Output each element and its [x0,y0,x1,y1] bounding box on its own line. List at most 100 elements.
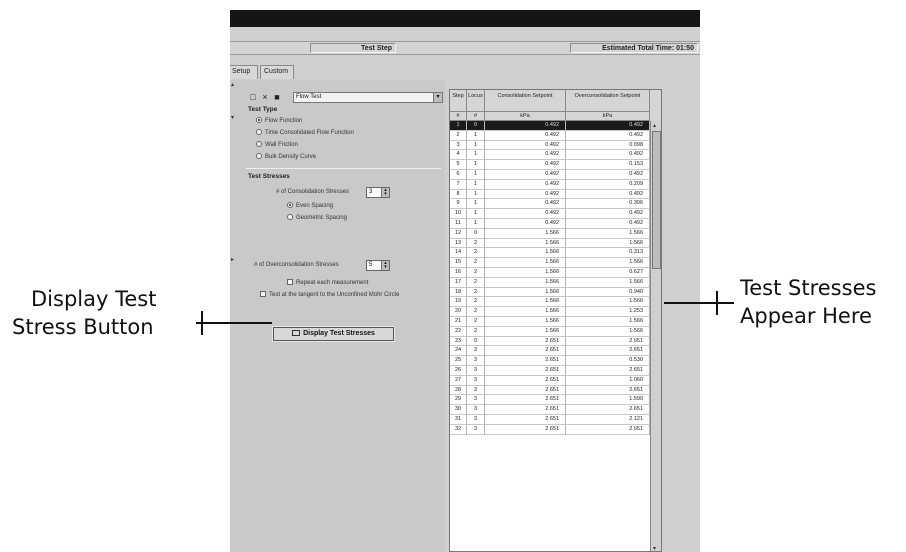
cell-step[interactable]: 23 [450,336,467,347]
cell-step[interactable]: 12 [450,228,467,239]
table-row[interactable]: 13 2 1.566 1.566 [450,238,650,249]
table-row[interactable]: 23 0 2.651 2.651 [450,336,650,347]
cell-locus[interactable]: 0 [467,121,485,131]
table-row[interactable]: 14 2 1.566 0.313 [450,248,650,259]
table-row[interactable]: 7 1 0.492 0.209 [450,179,650,190]
cell-overconsolidation[interactable]: 0.313 [566,248,650,259]
cell-overconsolidation[interactable]: 1.566 [566,258,650,268]
table-row[interactable]: 4 1 0.492 0.492 [450,150,650,161]
new-file-icon[interactable]: □ [248,92,258,102]
cell-consolidation[interactable]: 2.651 [485,415,566,425]
cell-locus[interactable]: 1 [467,219,485,229]
table-row[interactable]: 21 2 1.566 1.566 [450,317,650,327]
cell-overconsolidation[interactable]: 0.627 [566,268,650,278]
cell-consolidation[interactable]: 1.566 [485,307,566,317]
table-row[interactable]: 6 1 0.492 0.492 [450,170,650,180]
cell-step[interactable]: 31 [450,415,467,425]
cell-overconsolidation[interactable]: 2.651 [566,405,650,415]
header-consolidation[interactable]: Consolidation Setpoint [485,90,566,112]
cell-consolidation[interactable]: 2.651 [485,405,566,415]
table-row[interactable]: 1 0 0.492 0.492 [450,121,650,131]
cell-overconsolidation[interactable]: 0.530 [566,356,650,366]
cell-consolidation[interactable]: 1.566 [485,287,566,298]
table-row[interactable]: 28 3 2.651 2.651 [450,385,650,396]
cell-consolidation[interactable]: 2.651 [485,346,566,357]
cell-step[interactable]: 26 [450,366,467,376]
cell-consolidation[interactable]: 1.566 [485,317,566,327]
cell-locus[interactable]: 3 [467,424,485,435]
cell-step[interactable]: 29 [450,395,467,406]
cell-step[interactable]: 17 [450,277,467,288]
cell-step[interactable]: 1 [450,121,467,131]
cell-locus[interactable]: 2 [467,277,485,288]
cell-consolidation[interactable]: 0.492 [485,199,566,210]
scroll-right-icon[interactable]: ▸ [231,256,236,265]
cell-locus[interactable]: 1 [467,179,485,190]
table-row[interactable]: 30 3 2.651 2.651 [450,405,650,415]
cell-step[interactable]: 32 [450,424,467,435]
table-row[interactable]: 11 1 0.492 0.492 [450,219,650,229]
cell-locus[interactable]: 2 [467,238,485,249]
table-row[interactable]: 8 1 0.492 0.492 [450,189,650,200]
cell-step[interactable]: 11 [450,219,467,229]
radio-even-spacing[interactable]: Even Spacing [287,202,333,211]
table-row[interactable]: 25 3 2.651 0.530 [450,356,650,366]
cell-locus[interactable]: 3 [467,366,485,376]
chevron-down-icon[interactable]: ▾ [433,93,442,102]
stepper-arrows-icon[interactable]: ▴ ▾ [381,188,389,197]
cell-consolidation[interactable]: 0.492 [485,189,566,200]
cell-overconsolidation[interactable]: 0.940 [566,287,650,298]
cell-locus[interactable]: 1 [467,130,485,141]
cell-overconsolidation[interactable]: 2.651 [566,385,650,396]
cell-locus[interactable]: 3 [467,356,485,366]
cell-locus[interactable]: 1 [467,209,485,219]
cell-step[interactable]: 5 [450,160,467,170]
cell-consolidation[interactable]: 2.651 [485,375,566,386]
grid-scrollbar[interactable]: ▴ ▾ [650,121,661,551]
display-test-stresses-button[interactable]: Display Test Stresses [272,326,395,342]
scroll-down-icon[interactable]: ▾ [653,545,656,551]
radio-bulk-density[interactable]: Bulk Density Curve [256,153,316,162]
cell-step[interactable]: 14 [450,248,467,259]
radio-wall-friction[interactable]: Wall Friction [256,141,298,150]
cell-overconsolidation[interactable]: 1.566 [566,317,650,327]
radio-time-consolidated[interactable]: Time Consolidated Flow Function [256,129,354,138]
cell-consolidation[interactable]: 2.651 [485,395,566,406]
cell-overconsolidation[interactable]: 0.492 [566,219,650,229]
cell-consolidation[interactable]: 0.492 [485,160,566,170]
cell-consolidation[interactable]: 2.651 [485,424,566,435]
cell-consolidation[interactable]: 0.492 [485,170,566,180]
cell-step[interactable]: 19 [450,297,467,308]
table-row[interactable]: 3 1 0.492 0.098 [450,140,650,151]
cell-step[interactable]: 16 [450,268,467,278]
cell-step[interactable]: 24 [450,346,467,357]
cell-overconsolidation[interactable]: 1.566 [566,238,650,249]
table-row[interactable]: 29 3 2.651 1.590 [450,395,650,406]
cell-locus[interactable]: 2 [467,307,485,317]
cell-consolidation[interactable]: 0.492 [485,150,566,161]
cell-overconsolidation[interactable]: 2.121 [566,415,650,425]
table-row[interactable]: 24 3 2.651 2.651 [450,346,650,357]
cell-overconsolidation[interactable]: 1.253 [566,307,650,317]
cell-locus[interactable]: 2 [467,326,485,337]
repeat-checkbox[interactable]: Repeat each measurement [287,279,368,288]
cell-locus[interactable]: 1 [467,199,485,210]
consolidation-stepper[interactable]: 3 ▴ ▾ [366,187,390,198]
cell-locus[interactable]: 2 [467,258,485,268]
tangent-checkbox[interactable]: Test at the tangent to the Unconfined Mo… [260,291,420,309]
cell-locus[interactable]: 3 [467,385,485,396]
table-row[interactable]: 16 2 1.566 0.627 [450,268,650,278]
cell-consolidation[interactable]: 2.651 [485,356,566,366]
cell-overconsolidation[interactable]: 0.209 [566,179,650,190]
scrollbar-thumb[interactable] [652,131,661,269]
cell-step[interactable]: 22 [450,326,467,337]
cell-consolidation[interactable]: 0.492 [485,209,566,219]
cell-locus[interactable]: 0 [467,336,485,347]
cell-consolidation[interactable]: 1.566 [485,238,566,249]
cell-overconsolidation[interactable]: 0.492 [566,209,650,219]
cell-step[interactable]: 6 [450,170,467,180]
table-row[interactable]: 9 1 0.492 0.306 [450,199,650,210]
cell-overconsolidation[interactable]: 0.306 [566,199,650,210]
cell-overconsolidation[interactable]: 0.492 [566,130,650,141]
cell-locus[interactable]: 1 [467,189,485,200]
